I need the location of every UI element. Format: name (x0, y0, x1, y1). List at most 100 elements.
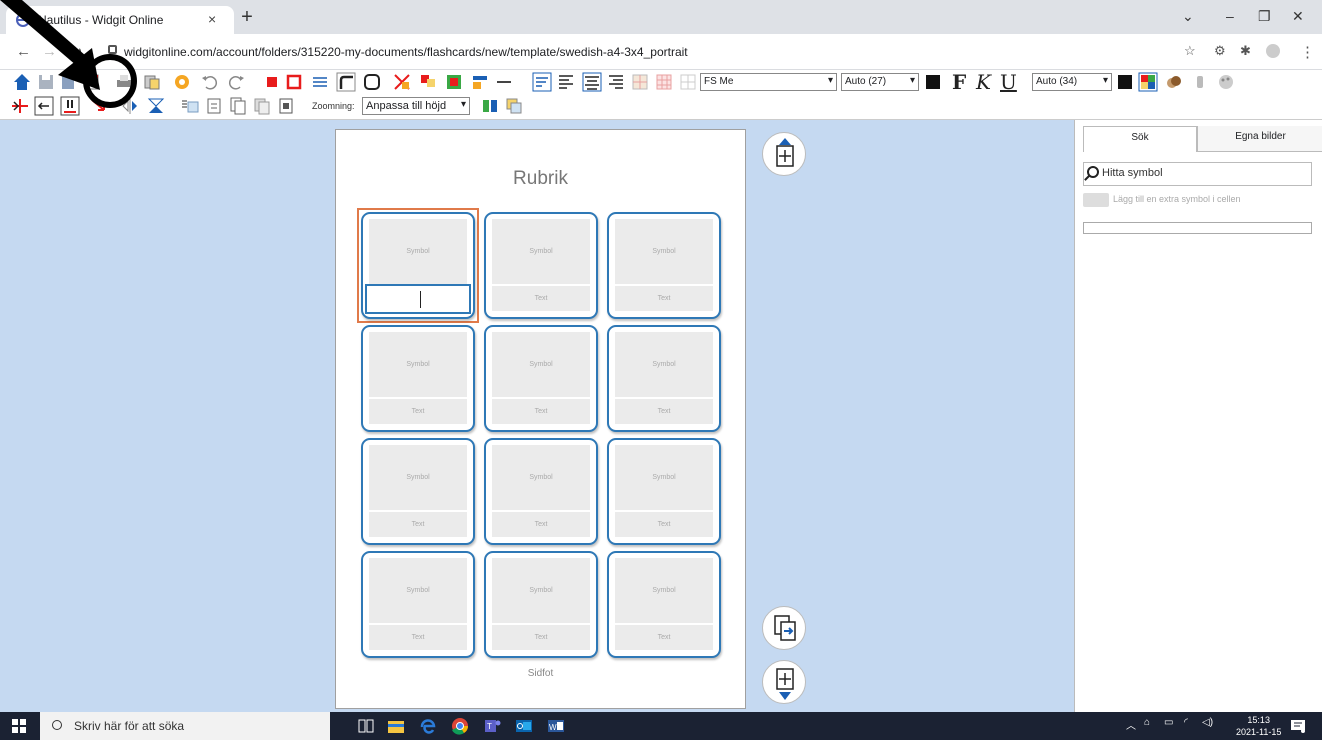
skin-tone-icon[interactable] (1164, 72, 1184, 92)
left-arrow-icon[interactable] (34, 96, 54, 116)
symbol-placeholder[interactable]: Symbol (615, 558, 713, 623)
text-placeholder[interactable]: Text (492, 286, 590, 311)
chrome-icon[interactable] (450, 717, 470, 735)
text-placeholder[interactable]: Text (492, 399, 590, 424)
add-page-above-button[interactable] (762, 132, 806, 176)
rounded-corner-icon[interactable] (362, 72, 382, 92)
word-icon[interactable]: W (546, 717, 566, 735)
text-placeholder[interactable]: Text (492, 625, 590, 650)
align-left-icon[interactable] (556, 72, 576, 92)
page-title[interactable]: Rubrik (336, 168, 745, 190)
red-arrow-icon[interactable] (88, 96, 108, 116)
symbol-placeholder[interactable]: Symbol (492, 558, 590, 623)
multicolor-icon[interactable] (1138, 72, 1158, 92)
text-placeholder[interactable]: Text (615, 399, 713, 424)
add-extra-symbol-button[interactable]: Lägg till en extra symbol i cellen (1083, 192, 1313, 210)
symbol-color-icon[interactable] (444, 72, 464, 92)
symbol-search-input[interactable]: Hitta symbol (1083, 162, 1312, 186)
text-placeholder[interactable]: Text (492, 512, 590, 537)
symbol-placeholder[interactable]: Symbol (492, 445, 590, 510)
italic-button[interactable]: K (976, 70, 991, 94)
text-placeholder[interactable]: Text (369, 512, 467, 537)
symbol-placeholder[interactable]: Symbol (369, 219, 467, 284)
minimize-icon[interactable]: – (1226, 8, 1234, 24)
tray-wifi-icon[interactable]: ◜ (1184, 717, 1188, 728)
open-icon[interactable] (58, 72, 78, 92)
columns-icon[interactable] (480, 96, 500, 116)
table-grid-icon[interactable] (654, 72, 674, 92)
color-picker-icon[interactable] (418, 72, 438, 92)
symbol-placeholder[interactable]: Symbol (369, 445, 467, 510)
add-page-below-button[interactable] (762, 660, 806, 704)
underline-button[interactable]: U (1000, 70, 1017, 94)
url-field[interactable]: widgitonline.com/account/folders/315220-… (104, 41, 1164, 63)
copy-page-icon[interactable] (142, 72, 162, 92)
palette-icon[interactable] (1216, 72, 1236, 92)
extension-icon[interactable]: ⚙ (1214, 43, 1226, 59)
flashcard-cell-12[interactable]: Symbol Text (607, 551, 721, 658)
symbol-placeholder[interactable]: Symbol (492, 332, 590, 397)
page-duplicate-icon[interactable] (252, 96, 272, 116)
print-icon[interactable] (114, 72, 134, 92)
cell-text-input[interactable] (365, 284, 471, 314)
outlook-icon[interactable] (514, 717, 534, 735)
page-copy-icon[interactable] (228, 96, 248, 116)
tray-battery-icon[interactable]: ▭ (1164, 717, 1173, 728)
flashcard-cell-2[interactable]: Symbol Text (484, 212, 598, 319)
back-icon[interactable]: ← (16, 43, 31, 60)
flashcard-cell-4[interactable]: Symbol Text (361, 325, 475, 432)
table-cells-icon[interactable] (678, 72, 698, 92)
flashcard-cell-10[interactable]: Symbol Text (361, 551, 475, 658)
windows-start-icon[interactable] (12, 719, 26, 733)
symbol-placeholder[interactable]: Symbol (492, 219, 590, 284)
task-view-icon[interactable] (356, 717, 376, 735)
tray-network-icon[interactable]: ⌂ (1144, 717, 1150, 728)
undo-icon[interactable] (200, 72, 220, 92)
browser-tab[interactable]: Nautilus - Widgit Online × (6, 6, 234, 34)
flashcard-cell-11[interactable]: Symbol Text (484, 551, 598, 658)
symbol-placeholder[interactable]: Symbol (615, 219, 713, 284)
tab-close-icon[interactable]: × (208, 11, 216, 27)
symbol-placeholder[interactable]: Symbol (615, 332, 713, 397)
redo-icon[interactable] (226, 72, 246, 92)
symbol-left-icon[interactable] (180, 96, 200, 116)
border-color-icon[interactable] (284, 72, 304, 92)
bookmark-star-icon[interactable]: ☆ (1184, 43, 1196, 59)
flashcard-cell-8[interactable]: Symbol Text (484, 438, 598, 545)
align-center-icon[interactable] (582, 72, 602, 92)
profile-icon[interactable] (1266, 44, 1280, 58)
teams-icon[interactable]: T (482, 717, 502, 735)
tab-search[interactable]: Sök (1083, 126, 1197, 152)
window-close-icon[interactable]: ✕ (1292, 8, 1304, 25)
line-icon[interactable] (494, 72, 514, 92)
taskbar-clock[interactable]: 15:13 2021-11-15 (1236, 714, 1281, 738)
flashcard-cell-5[interactable]: Symbol Text (484, 325, 598, 432)
flashcard-cell-3[interactable]: Symbol Text (607, 212, 721, 319)
flashcard-cell-1[interactable]: Symbol (361, 212, 475, 319)
tab-own-images[interactable]: Egna bilder (1197, 126, 1322, 152)
forward-icon[interactable]: → (42, 43, 57, 60)
symbol-placeholder[interactable]: Symbol (615, 445, 713, 510)
tray-volume-icon[interactable]: ◁) (1202, 717, 1213, 728)
symbol-results-box[interactable] (1083, 222, 1312, 234)
wrap-text-icon[interactable] (532, 72, 552, 92)
edge-icon[interactable] (418, 717, 438, 735)
hand-icon[interactable] (1190, 72, 1210, 92)
split-icon[interactable] (10, 96, 30, 116)
reload-icon[interactable]: ↻ (70, 43, 83, 61)
text-color-swatch[interactable] (926, 75, 940, 89)
line-spacing-icon[interactable] (310, 72, 330, 92)
duplicate-page-button[interactable] (762, 606, 806, 650)
new-document-icon[interactable] (82, 72, 102, 92)
bold-button[interactable]: F (952, 70, 966, 94)
table-icon[interactable] (630, 72, 650, 92)
line-size-select[interactable]: Auto (34) ▾ (1032, 73, 1112, 91)
line-color-swatch[interactable] (1118, 75, 1132, 89)
symbol-placeholder[interactable]: Symbol (369, 558, 467, 623)
text-placeholder[interactable]: Text (615, 625, 713, 650)
corner-style-icon[interactable] (336, 72, 356, 92)
fill-color-icon[interactable] (262, 72, 282, 92)
page-layout-icon[interactable] (504, 96, 524, 116)
warning-icon[interactable] (60, 96, 80, 116)
flashcard-cell-7[interactable]: Symbol Text (361, 438, 475, 545)
